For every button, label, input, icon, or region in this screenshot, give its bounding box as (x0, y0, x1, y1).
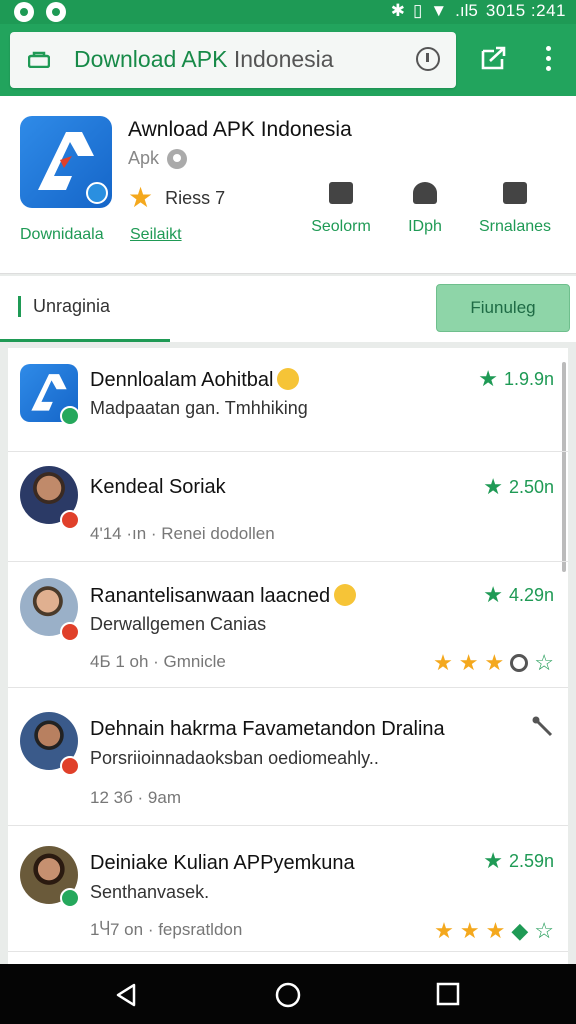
app-header-card: Awnload APK Indonesia Apk ★ Riess 7 Down… (0, 96, 576, 274)
rating-text: Riess 7 (165, 187, 226, 208)
home-icon[interactable] (275, 982, 301, 1008)
document-icon (329, 182, 353, 204)
system-nav-bar (0, 964, 576, 1024)
info-icon[interactable] (416, 47, 440, 71)
signal-strength: .ıl5 (455, 1, 478, 20)
address-bar[interactable]: Download APK Indonesia (10, 32, 456, 88)
verified-badge-icon (60, 888, 80, 908)
overflow-menu-icon[interactable] (538, 46, 558, 74)
back-icon[interactable] (114, 982, 140, 1008)
wrench-icon[interactable] (532, 716, 554, 738)
download-link[interactable]: Downidaala (20, 226, 104, 244)
notify-badge-icon (60, 756, 80, 776)
lock-icon (28, 51, 50, 68)
vibrate-icon: ▯ (412, 1, 423, 20)
item-meta: 12 3б · 9am (90, 788, 182, 807)
url-secondary: Indonesia (227, 46, 334, 72)
action-button-2[interactable]: IDph (380, 182, 470, 236)
tag-icon[interactable]: ◆ (511, 918, 528, 944)
reload-icon[interactable] (510, 654, 529, 672)
app-rating: ★ Riess 7 (128, 184, 225, 212)
person-icon (413, 182, 437, 204)
item-stars: ★ ★ ★ ☆ (433, 650, 554, 676)
item-meta: 4Б 1 oh · Gmnicle (90, 652, 226, 671)
clock: 3015 :241 (485, 1, 566, 20)
star-icon: ★ (483, 848, 503, 873)
action-button-1[interactable]: Seolorm (296, 182, 386, 236)
action-button-3[interactable]: Srnalanes (470, 182, 560, 236)
list-item[interactable]: Dennloalam Aohitbal Madpaatan gan. Tmhhi… (8, 348, 568, 452)
item-title-text: Ranantelisanwaan laacned (90, 585, 331, 607)
tab-indicator (0, 339, 170, 342)
item-rating-value: 2.59n (508, 850, 554, 871)
item-subtitle: Porsriioinnadaoksban oediomeahly.. (90, 748, 379, 768)
browser-toolbar: Download APK Indonesia (0, 24, 576, 96)
status-bar: ✱ ▯ ▼ .ıl5 3015 :241 (0, 0, 576, 24)
item-rating-value: 2.50n (508, 476, 554, 497)
tabs-row: Unraginia Fiunuleg (0, 276, 576, 342)
item-rating-value: 1.9.9n (503, 368, 554, 389)
app-list: Dennloalam Aohitbal Madpaatan gan. Tmhhi… (8, 348, 568, 964)
bluetooth-icon: ✱ (390, 1, 405, 20)
star-filled-icon: ★ (433, 650, 453, 675)
item-title: Dehnain hakrma Favametandon Dralina (90, 718, 445, 740)
follow-button[interactable]: Fiunuleg (436, 284, 570, 332)
url-main: Download APK (74, 46, 228, 72)
url-text: Download APK Indonesia (74, 46, 334, 73)
app-notification-icon (14, 2, 34, 22)
star-outline-icon[interactable]: ☆ (534, 918, 554, 944)
item-meta: 1Ⴗ7 on · fepsratldon (90, 920, 243, 939)
smile-emoji-icon (277, 368, 300, 390)
select-link[interactable]: Seilaikt (130, 226, 182, 244)
star-icon: ★ (478, 366, 498, 391)
location-icon (167, 148, 188, 169)
recents-icon[interactable] (436, 982, 460, 1006)
app-subtitle: Apk (128, 148, 188, 169)
item-subtitle: Derwallgemen Canias (90, 614, 267, 634)
list-item[interactable]: Dehnain hakrma Favametandon Dralina Pors… (8, 688, 568, 826)
list-item[interactable]: Kendeal Soriak 4'14 ·ın · Renei dodollen… (8, 452, 568, 562)
app-type: Apk (128, 148, 160, 168)
sync-notification-icon (46, 2, 66, 22)
verified-badge-icon (60, 406, 80, 426)
notify-badge-icon (60, 510, 80, 530)
star-filled-icon: ★ (459, 918, 480, 943)
item-rating: ★ 1.9.9n (478, 368, 554, 390)
notify-badge-icon (60, 622, 80, 642)
star-filled-icon: ★ (484, 650, 505, 675)
item-meta: 4'14 ·ın · Renei dodollen (90, 524, 275, 543)
star-filled-icon: ★ (485, 918, 506, 943)
app-title: Awnload APK Indonesia (128, 118, 352, 141)
star-icon: ★ (483, 474, 503, 499)
verified-badge-icon (86, 182, 108, 204)
star-icon: ★ (483, 582, 503, 607)
action-label-1: Seolorm (311, 218, 371, 235)
star-filled-icon: ★ (434, 918, 454, 943)
action-label-3: Srnalanes (478, 218, 552, 235)
screen-icon (503, 182, 527, 204)
item-title-text: Dennloalam Aohitbal (90, 369, 274, 391)
item-subtitle: Madpaatan gan. Tmhhiking (90, 398, 308, 418)
action-label-2: IDph (408, 218, 442, 235)
list-item[interactable]: Ranantelisanwaan laacned Derwallgemen Ca… (8, 562, 568, 688)
star-outline-icon[interactable]: ☆ (534, 650, 554, 676)
share-icon[interactable] (480, 44, 508, 72)
item-rating: ★ 2.50n (483, 476, 554, 498)
item-title: Kendeal Soriak (90, 476, 226, 498)
item-rating: ★ 2.59n (483, 850, 554, 872)
smile-emoji-icon (334, 584, 357, 606)
star-icon: ★ (128, 182, 154, 213)
item-title: Dennloalam Aohitbal (90, 368, 300, 392)
item-title: Ranantelisanwaan laacned (90, 584, 357, 608)
item-title: Deiniake Kulian APPyemkuna (90, 852, 355, 874)
item-rating-value: 4.29n (508, 584, 554, 605)
list-item[interactable]: Deiniake Kulian APPyemkuna Senthanvasek.… (8, 826, 568, 952)
tab-active[interactable]: Unraginia (18, 296, 110, 317)
item-subtitle: Senthanvasek. (90, 882, 210, 902)
star-filled-icon: ★ (458, 650, 479, 675)
item-rating: ★ 4.29n (483, 584, 554, 606)
item-stars: ★ ★ ★ ◆ ☆ (434, 918, 554, 944)
wifi-icon: ▼ (430, 1, 448, 20)
app-logo[interactable] (20, 116, 112, 208)
